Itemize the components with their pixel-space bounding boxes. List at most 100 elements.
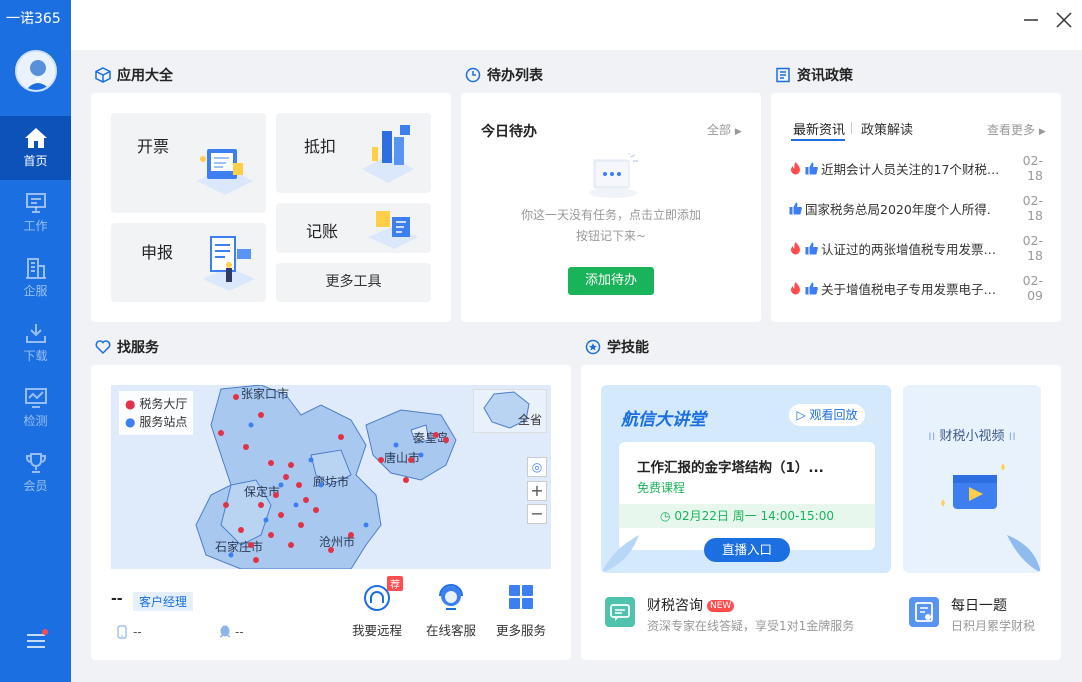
news-more-link[interactable]: 查看更多 ▶ bbox=[987, 121, 1046, 138]
zoom-out-button[interactable]: − bbox=[527, 504, 547, 524]
bookkeeping-tile[interactable]: 记账 bbox=[276, 203, 431, 253]
sidebar-item-label: 下载 bbox=[23, 349, 48, 363]
news-item-date: 02-18 bbox=[1022, 153, 1043, 183]
sidebar-item-work[interactable]: 工作 bbox=[0, 181, 71, 245]
play-circle-icon: ▷ bbox=[796, 408, 806, 422]
clock-icon bbox=[465, 67, 481, 83]
lecture-banner[interactable]: 航信大讲堂 ▷ 观看回放 工作汇报的金字塔结构（1）... 免费课程 ◷ 02月… bbox=[601, 385, 891, 573]
news-title: 资讯政策 bbox=[797, 68, 853, 84]
sidebar-item-label: 会员 bbox=[23, 479, 48, 493]
all-province-label: 全省 bbox=[517, 413, 542, 427]
qq-icon bbox=[219, 625, 231, 638]
alarm-clock-icon: ◷ bbox=[660, 509, 671, 523]
locate-button[interactable]: ◎ bbox=[527, 457, 547, 477]
daily-desc: 日积月累学财税 bbox=[951, 619, 1036, 633]
audio-wave-icon: ıı bbox=[928, 429, 936, 444]
manager-phone: -- bbox=[133, 625, 142, 639]
tax-consult-item[interactable]: 财税咨询 NEW 资深专家在线答疑，享受1对1金牌服务 bbox=[605, 595, 854, 645]
remote-service-label: 我要远程 bbox=[351, 623, 402, 638]
bookkeeping-label: 记账 bbox=[306, 222, 339, 241]
service-section-title: 找服务 bbox=[95, 337, 159, 357]
video-title-row: ıı 财税小视频 ıı bbox=[903, 425, 1041, 444]
station-marker-icon: ● bbox=[125, 415, 136, 429]
thumbs-up-icon bbox=[789, 202, 802, 214]
declare-tile[interactable]: 申报 bbox=[111, 223, 266, 302]
service-title: 找服务 bbox=[117, 340, 159, 356]
sidebar-item-download[interactable]: 下载 bbox=[0, 311, 71, 375]
title-bar bbox=[71, 0, 1082, 50]
service-map[interactable]: 张家口市 保定市 廊坊市 沧州市 唐山市 秦皇岛 石家庄市 ● 税务大厅 ● 服… bbox=[111, 385, 551, 569]
sidebar-item-label: 检测 bbox=[23, 414, 48, 428]
course-tag: 免费课程 bbox=[637, 481, 686, 495]
leaf-decoration-icon bbox=[1007, 535, 1041, 573]
more-tools-button[interactable]: 更多工具 bbox=[276, 263, 431, 302]
news-section-title: 资讯政策 bbox=[775, 65, 853, 85]
sidebar-item-enterprise[interactable]: 企服 bbox=[0, 246, 71, 310]
video-play-icon bbox=[941, 463, 1005, 509]
recommend-badge: 荐 bbox=[387, 576, 403, 591]
fire-icon bbox=[791, 241, 800, 254]
app-title: 一诺365 bbox=[6, 11, 61, 27]
invoice-tile[interactable]: 开票 bbox=[111, 113, 266, 213]
invoice-label: 开票 bbox=[137, 137, 170, 156]
avatar[interactable] bbox=[15, 50, 57, 92]
sidebar-item-label: 首页 bbox=[23, 154, 48, 168]
close-icon[interactable] bbox=[1052, 8, 1076, 32]
live-entry-button[interactable]: 直播入口 bbox=[704, 538, 790, 562]
tab-latest-news[interactable]: 最新资讯 bbox=[793, 119, 845, 138]
sidebar-item-label: 企服 bbox=[23, 284, 48, 298]
sidebar-item-member[interactable]: 会员 bbox=[0, 441, 71, 505]
thumbs-up-icon bbox=[805, 282, 818, 294]
online-support-button[interactable]: 在线客服 bbox=[421, 582, 481, 639]
manager-qq: -- bbox=[235, 625, 244, 639]
screen-check-icon bbox=[24, 388, 47, 408]
legend-hall: 税务大厅 bbox=[139, 397, 188, 411]
consult-title-row: 财税咨询 NEW bbox=[647, 595, 735, 615]
deduct-tile[interactable]: 抵扣 bbox=[276, 113, 431, 193]
tab-policy[interactable]: 政策解读 bbox=[861, 119, 913, 138]
legend-station: 服务站点 bbox=[139, 415, 188, 429]
news-item[interactable]: 认证过的两张增值税专用发票进行. 02-18 bbox=[789, 233, 1043, 263]
news-item[interactable]: 国家税务总局2020年度个人所得. 02-18 bbox=[789, 193, 1043, 223]
todo-card: 今日待办 全部 ▶ 你这一天没有任务，点击立即添加 按钮记下来~ 添加待办 bbox=[461, 93, 761, 322]
empty-hint-line1: 你这一天没有任务，点击立即添加 bbox=[520, 208, 701, 222]
news-item-title: 国家税务总局2020年度个人所得. bbox=[805, 201, 991, 217]
map-legend: ● 税务大厅 ● 服务站点 bbox=[119, 391, 194, 435]
chevron-right-icon: ▶ bbox=[1038, 127, 1046, 137]
news-item[interactable]: 关于增值税电子专用发票电子化管. 02-09 bbox=[789, 273, 1043, 303]
invoice-illustration-icon bbox=[197, 149, 253, 195]
quiz-icon bbox=[909, 597, 939, 627]
zoom-in-button[interactable]: + bbox=[527, 481, 547, 501]
minimize-icon[interactable] bbox=[1019, 8, 1043, 32]
monitor-icon bbox=[25, 193, 46, 213]
todo-all-link[interactable]: 全部 ▶ bbox=[707, 121, 742, 138]
news-item-date: 02-18 bbox=[1022, 193, 1043, 223]
customer-service-icon bbox=[439, 584, 463, 610]
declare-illustration-icon bbox=[203, 236, 255, 291]
chat-icon bbox=[605, 597, 635, 627]
video-title: 财税小视频 bbox=[939, 429, 1005, 444]
empty-hint-line2: 按钮记下来~ bbox=[575, 229, 647, 243]
course-card[interactable]: 工作汇报的金字塔结构（1）... 免费课程 ◷ 02月22日 周一 14:00-… bbox=[619, 442, 875, 550]
remote-service-button[interactable]: 我要远程 荐 bbox=[347, 576, 407, 639]
sidebar-item-home[interactable]: 首页 bbox=[0, 116, 71, 180]
sidebar-item-label: 工作 bbox=[23, 219, 48, 233]
todo-section-title: 待办列表 bbox=[465, 65, 543, 85]
more-services-button[interactable]: 更多服务 bbox=[491, 582, 551, 639]
news-item[interactable]: 近期会计人员关注的17个财税问题. 02-18 bbox=[789, 153, 1043, 183]
service-card: 张家口市 保定市 廊坊市 沧州市 唐山市 秦皇岛 石家庄市 ● 税务大厅 ● 服… bbox=[91, 365, 571, 660]
active-tab-underline bbox=[791, 139, 845, 141]
apps-section-title: 应用大全 bbox=[95, 65, 173, 85]
more-services-label: 更多服务 bbox=[495, 623, 546, 638]
declare-label: 申报 bbox=[141, 243, 174, 262]
video-banner[interactable]: ıı 财税小视频 ıı bbox=[903, 385, 1041, 573]
replay-button[interactable]: ▷ 观看回放 bbox=[789, 404, 865, 426]
add-todo-button[interactable]: 添加待办 bbox=[568, 267, 654, 295]
sidebar-item-check[interactable]: 检测 bbox=[0, 376, 71, 440]
tab-divider bbox=[851, 122, 852, 134]
daily-title: 每日一题 bbox=[951, 598, 1007, 614]
locate-icon: ◎ bbox=[531, 460, 543, 474]
daily-question-item[interactable]: 每日一题 日积月累学财税 bbox=[909, 595, 1049, 645]
province-overview-button[interactable]: 全省 bbox=[473, 389, 547, 433]
online-support-label: 在线客服 bbox=[425, 623, 476, 638]
